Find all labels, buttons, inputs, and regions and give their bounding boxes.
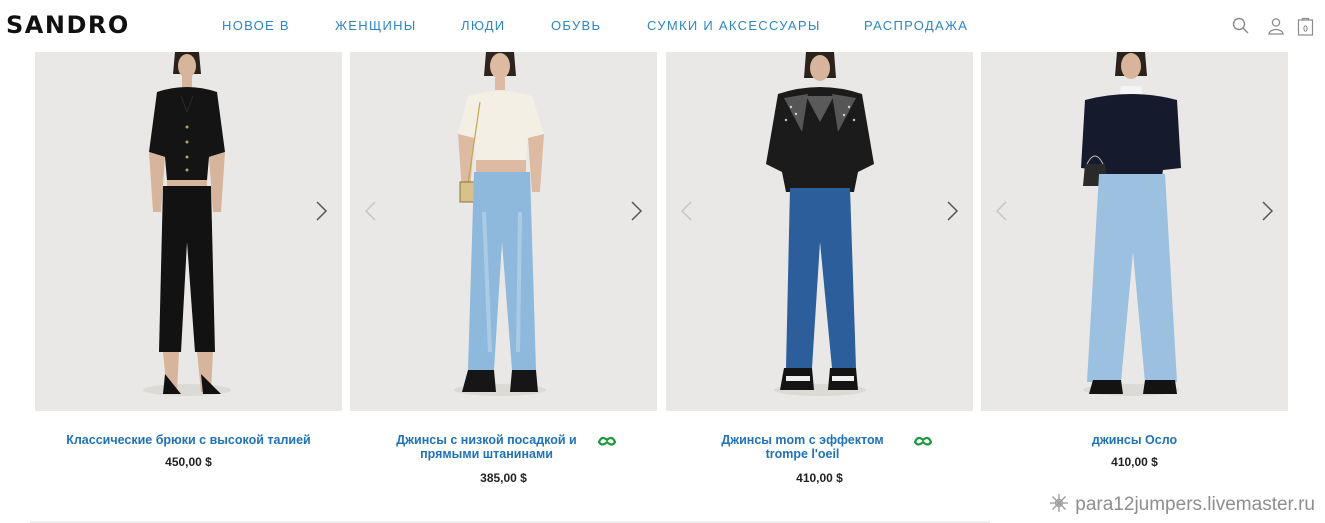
product-image[interactable]: [666, 52, 973, 411]
nav-men[interactable]: ЛЮДИ: [461, 18, 505, 33]
account-icon[interactable]: [1266, 16, 1286, 36]
model-photo: [666, 52, 973, 411]
watermark: para12jumpers.livemaster.ru: [1049, 493, 1315, 516]
watermark-text: para12jumpers.livemaster.ru: [1075, 494, 1315, 515]
prev-image-arrow-icon[interactable]: [991, 200, 1013, 222]
eco-badge-icon: [597, 436, 616, 446]
product-title[interactable]: джинсы Осло: [1092, 433, 1177, 447]
search-icon[interactable]: [1231, 16, 1251, 36]
prev-image-arrow-icon[interactable]: [360, 200, 382, 222]
product-card[interactable]: джинсы Осло 410,00 $: [981, 52, 1288, 492]
product-image[interactable]: [350, 52, 657, 411]
product-title-row: Классические брюки с высокой талией: [35, 433, 342, 451]
cart-count: 0: [1303, 25, 1308, 34]
product-card[interactable]: Джинсы с низкой посадкой и прямыми штани…: [350, 52, 657, 492]
product-title[interactable]: Джинсы mom с эффектом trompe l'oeil: [708, 433, 898, 461]
nav-bags-accessories[interactable]: СУМКИ И АКСЕССУАРЫ: [647, 18, 821, 33]
eco-badge-icon: [913, 436, 932, 446]
product-image[interactable]: [35, 52, 342, 411]
product-image[interactable]: [981, 52, 1288, 411]
next-image-arrow-icon[interactable]: [625, 200, 647, 222]
nav-women[interactable]: ЖЕНЩИНЫ: [335, 18, 417, 33]
product-price: 410,00 $: [1111, 455, 1158, 469]
prev-image-arrow-icon[interactable]: [676, 200, 698, 222]
site-header: SANDRO НОВОЕ В ЖЕНЩИНЫ ЛЮДИ ОБУВЬ СУМКИ …: [0, 0, 1325, 52]
model-photo: [981, 52, 1288, 411]
snowflake-icon: [1050, 494, 1069, 512]
nav-shoes[interactable]: ОБУВЬ: [551, 18, 601, 33]
model-photo: [35, 52, 342, 411]
nav-sale[interactable]: РАСПРОДАЖА: [864, 18, 968, 33]
product-price: 450,00 $: [165, 455, 212, 469]
product-price: 410,00 $: [796, 471, 843, 485]
product-price: 385,00 $: [480, 471, 527, 485]
next-image-arrow-icon[interactable]: [310, 200, 332, 222]
product-card[interactable]: Джинсы mom с эффектом trompe l'oeil 410,…: [666, 52, 973, 492]
brand-logo[interactable]: SANDRO: [6, 11, 130, 39]
product-title[interactable]: Классические брюки с высокой талией: [66, 433, 311, 447]
product-title-row: Джинсы mom с эффектом trompe l'oeil: [666, 433, 973, 461]
product-card[interactable]: Классические брюки с высокой талией 450,…: [35, 52, 342, 492]
nav-new-in[interactable]: НОВОЕ В: [222, 18, 290, 33]
model-photo: [350, 52, 657, 411]
next-image-arrow-icon[interactable]: [941, 200, 963, 222]
cart-icon[interactable]: 0: [1296, 16, 1316, 36]
product-title-row: джинсы Осло: [981, 433, 1288, 451]
next-image-arrow-icon[interactable]: [1256, 200, 1278, 222]
product-title[interactable]: Джинсы с низкой посадкой и прямыми штани…: [392, 433, 582, 461]
product-title-row: Джинсы с низкой посадкой и прямыми штани…: [350, 433, 657, 461]
